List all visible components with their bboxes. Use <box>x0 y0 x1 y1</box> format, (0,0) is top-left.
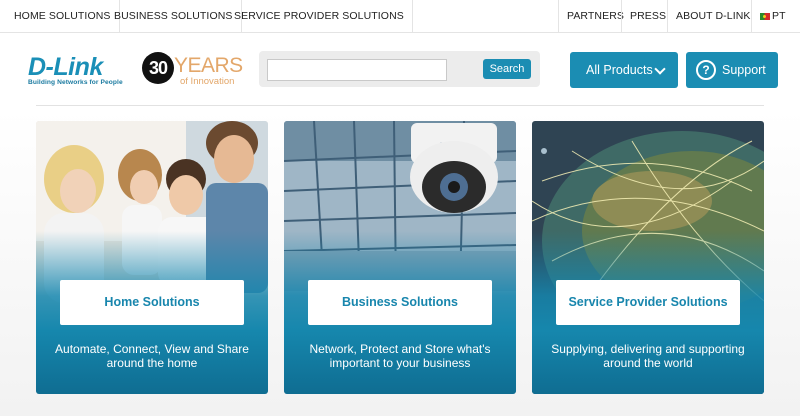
all-products-button[interactable]: All Products <box>570 52 678 88</box>
service-provider-solutions-title[interactable]: Service Provider Solutions <box>556 280 740 325</box>
search-bar: Search <box>259 51 540 87</box>
anniversary-subtitle: of Innovation <box>180 76 235 87</box>
support-button[interactable]: ? Support <box>686 52 778 88</box>
business-solutions-title[interactable]: Business Solutions <box>308 280 492 325</box>
help-circle-icon: ? <box>696 60 716 80</box>
all-products-label: All Products <box>586 63 653 77</box>
anniversary-badge: 30 YEARS of Innovation <box>140 50 250 90</box>
anniversary-years: YEARS <box>174 54 243 77</box>
home-solutions-card[interactable]: Home Solutions Automate, Connect, View a… <box>36 121 268 394</box>
search-button[interactable]: Search <box>483 59 531 79</box>
business-solutions-description: Network, Protect and Store what's import… <box>309 342 491 370</box>
top-navigation: HOME SOLUTIONS BUSINESS SOLUTIONS SERVIC… <box>0 0 800 33</box>
chevron-down-icon <box>654 63 666 75</box>
home-solutions-description: Automate, Connect, View and Share around… <box>55 342 249 370</box>
nav-service-provider-solutions[interactable]: SERVICE PROVIDER SOLUTIONS <box>226 0 413 33</box>
nav-business-solutions[interactable]: BUSINESS SOLUTIONS <box>106 0 242 33</box>
anniversary-number: 30 <box>142 52 174 84</box>
service-provider-solutions-description: Supplying, delivering and supporting aro… <box>551 342 745 370</box>
nav-about[interactable]: ABOUT D-LINK <box>667 0 759 33</box>
dlink-logo[interactable]: D-Link Building Networks for People <box>28 55 128 89</box>
logo-tagline: Building Networks for People <box>28 79 123 86</box>
search-input[interactable] <box>267 59 447 81</box>
language-label: PT <box>772 10 786 22</box>
language-selector[interactable]: PT <box>751 0 800 33</box>
service-provider-solutions-card[interactable]: Service Provider Solutions Supplying, de… <box>532 121 764 394</box>
portugal-flag-icon <box>760 13 770 20</box>
home-solutions-title[interactable]: Home Solutions <box>60 280 244 325</box>
header-divider <box>36 105 764 106</box>
support-label: Support <box>722 63 766 77</box>
business-solutions-card[interactable]: D-Link Business Solutions Network, Prote… <box>284 121 516 394</box>
logo-wordmark: D-Link <box>28 53 103 81</box>
nav-home-solutions[interactable]: HOME SOLUTIONS <box>6 0 120 33</box>
